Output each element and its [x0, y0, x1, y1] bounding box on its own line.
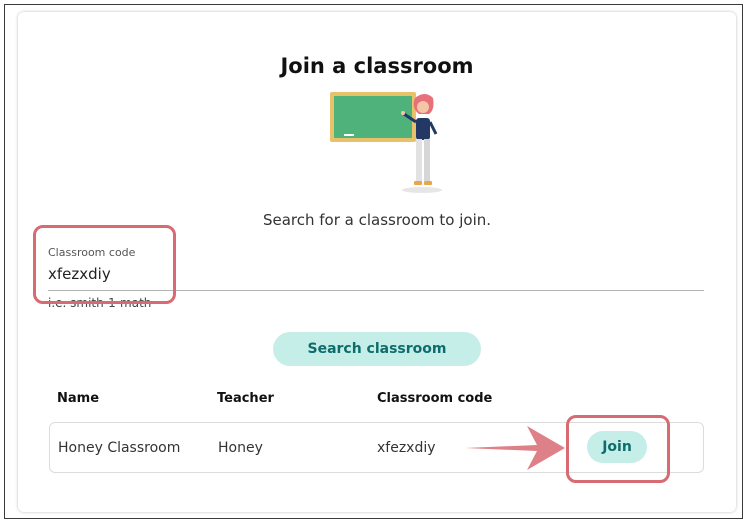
arrow-annotation-icon: [465, 426, 565, 470]
join-highlight-annotation: [566, 415, 670, 483]
row-name: Honey Classroom: [58, 440, 181, 456]
join-classroom-card: Join a classroom Search for a classroom …: [18, 12, 736, 512]
row-classroom-code: xfezxdiy: [377, 440, 436, 456]
field-highlight-annotation: [33, 225, 176, 304]
row-teacher: Honey: [218, 440, 263, 456]
teacher-at-chalkboard-icon: [330, 90, 460, 200]
column-header-teacher: Teacher: [217, 391, 274, 406]
column-header-classroom-code: Classroom code: [377, 391, 493, 406]
search-classroom-button[interactable]: Search classroom: [273, 332, 481, 366]
column-header-name: Name: [57, 391, 100, 406]
page-title: Join a classroom: [280, 54, 474, 78]
